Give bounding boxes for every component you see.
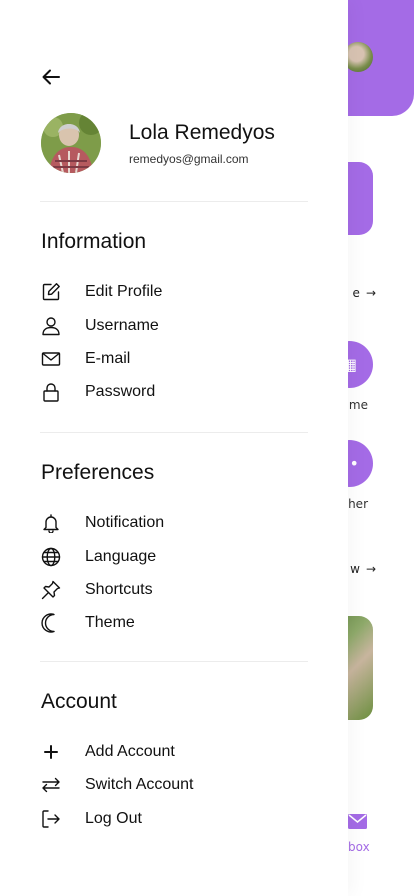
menu-item-label: E-mail bbox=[85, 350, 131, 367]
background-link-label: w bbox=[350, 562, 360, 576]
back-button[interactable] bbox=[40, 66, 62, 88]
plus-icon bbox=[40, 741, 62, 763]
settings-drawer: Lola Remedyos remedyos@gmail.com Informa… bbox=[0, 0, 348, 896]
lock-icon bbox=[40, 381, 62, 403]
divider bbox=[40, 661, 308, 662]
logout-icon bbox=[40, 808, 62, 830]
menu-item-label: Switch Account bbox=[85, 776, 194, 793]
background-link-label: e bbox=[352, 286, 360, 300]
avatar[interactable] bbox=[41, 113, 101, 173]
menu-item-log-out[interactable]: Log Out bbox=[40, 805, 308, 833]
profile-name: Lola Remedyos bbox=[129, 121, 275, 144]
menu-item-shortcuts[interactable]: Shortcuts bbox=[40, 576, 308, 604]
swap-arrows-icon bbox=[40, 774, 62, 796]
bell-icon bbox=[40, 512, 62, 534]
menu-item-label: Username bbox=[85, 317, 159, 334]
pin-icon bbox=[40, 579, 62, 601]
menu-item-username[interactable]: Username bbox=[40, 312, 308, 340]
arrow-right-icon: → bbox=[365, 562, 376, 576]
section-title-information: Information bbox=[41, 230, 147, 253]
arrow-left-icon bbox=[42, 69, 60, 85]
menu-item-add-account[interactable]: Add Account bbox=[40, 738, 308, 766]
menu-item-theme[interactable]: Theme bbox=[40, 609, 308, 637]
globe-icon bbox=[40, 546, 62, 568]
moon-icon bbox=[40, 612, 62, 634]
section-title-account: Account bbox=[41, 690, 117, 713]
menu-item-email[interactable]: E-mail bbox=[40, 345, 308, 373]
menu-item-label: Add Account bbox=[85, 743, 175, 760]
menu-item-label: Theme bbox=[85, 614, 135, 631]
divider bbox=[40, 432, 308, 433]
menu-item-password[interactable]: Password bbox=[40, 378, 308, 406]
divider bbox=[40, 201, 308, 202]
menu-item-switch-account[interactable]: Switch Account bbox=[40, 771, 308, 799]
edit-icon bbox=[40, 281, 62, 303]
arrow-right-icon: → bbox=[365, 286, 376, 300]
profile-header: Lola Remedyos remedyos@gmail.com bbox=[41, 113, 311, 173]
menu-item-label: Password bbox=[85, 383, 156, 400]
menu-item-label: Log Out bbox=[85, 810, 142, 827]
menu-item-label: Notification bbox=[85, 514, 165, 531]
menu-item-notification[interactable]: Notification bbox=[40, 509, 308, 537]
mail-icon bbox=[40, 348, 62, 370]
menu-item-edit-profile[interactable]: Edit Profile bbox=[40, 278, 308, 306]
profile-email: remedyos@gmail.com bbox=[129, 152, 249, 166]
inbox-icon bbox=[348, 814, 367, 829]
menu-item-label: Edit Profile bbox=[85, 283, 163, 300]
menu-item-label: Shortcuts bbox=[85, 581, 153, 598]
avatar-image bbox=[41, 113, 101, 173]
menu-item-label: Language bbox=[85, 548, 157, 565]
section-title-preferences: Preferences bbox=[41, 461, 155, 484]
user-icon bbox=[40, 315, 62, 337]
inbox-label: box bbox=[348, 840, 370, 854]
menu-item-language[interactable]: Language bbox=[40, 543, 308, 571]
